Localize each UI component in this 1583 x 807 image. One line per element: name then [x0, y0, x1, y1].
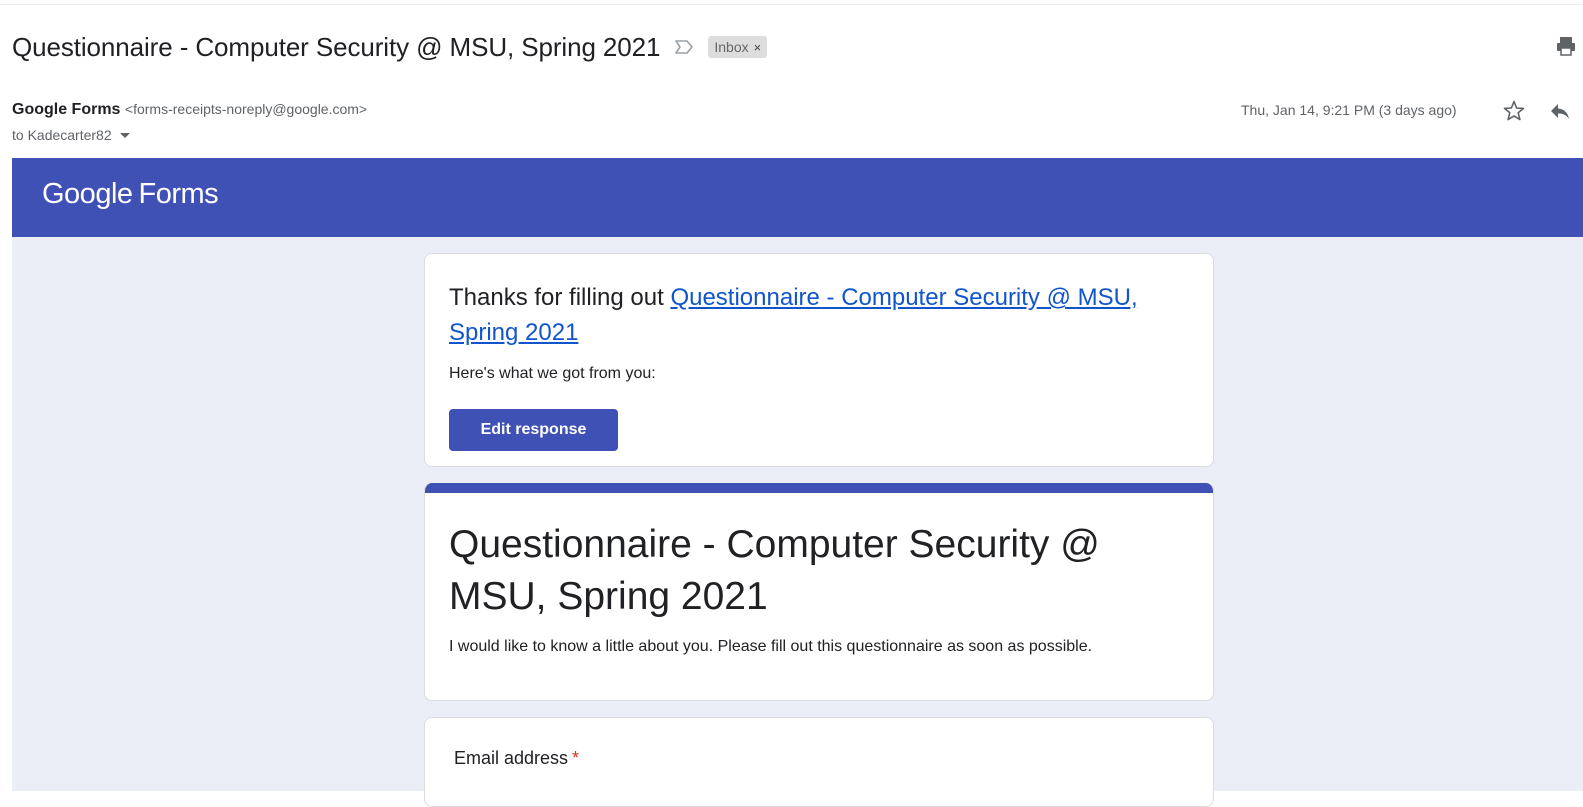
response-intro: Here's what we got from you:	[449, 365, 656, 382]
email-subject: Questionnaire - Computer Security @ MSU,…	[12, 31, 661, 62]
sender-email: <forms-receipts-noreply@google.com>	[124, 101, 368, 117]
subject-row: Questionnaire - Computer Security @ MSU,…	[12, 27, 768, 67]
thanks-message: Thanks for filling out Questionnaire - C…	[449, 280, 1189, 350]
required-marker: *	[572, 748, 580, 768]
form-accent-bar	[425, 483, 1213, 493]
recipient-line: to Kadecarter82	[12, 127, 130, 143]
print-icon[interactable]	[1556, 35, 1576, 57]
question-text: Email address	[454, 748, 569, 768]
logo-brand: Google	[42, 178, 133, 210]
question-label: Email address *	[454, 748, 579, 769]
question-card: Email address *	[424, 717, 1214, 807]
inbox-label-text: Inbox	[714, 39, 749, 55]
remove-label-icon[interactable]: ×	[754, 40, 762, 55]
receipt-card: Thanks for filling out Questionnaire - C…	[424, 253, 1214, 467]
google-forms-banner: Google Forms	[12, 158, 1583, 237]
email-date: Thu, Jan 14, 9:21 PM (3 days ago)	[1241, 102, 1457, 118]
label-marker-icon[interactable]	[674, 38, 696, 56]
reply-icon[interactable]	[1548, 100, 1572, 122]
sender-line: Google Forms <forms-receipts-noreply@goo…	[12, 101, 367, 119]
inbox-label-chip[interactable]: Inbox ×	[708, 36, 768, 58]
top-divider	[0, 4, 1583, 5]
sender-name[interactable]: Google Forms	[12, 101, 120, 118]
form-title: Questionnaire - Computer Security @ MSU,…	[449, 523, 1100, 618]
chevron-down-icon[interactable]	[119, 132, 130, 138]
form-header-card: Questionnaire - Computer Security @ MSU,…	[424, 483, 1214, 701]
star-icon[interactable]	[1502, 99, 1526, 123]
recipient-text: to Kadecarter82	[12, 127, 112, 143]
form-description: I would like to know a little about you.…	[449, 638, 1093, 655]
logo-product: Forms	[138, 178, 219, 210]
edit-response-button[interactable]: Edit response	[449, 409, 618, 451]
google-forms-logo: Google Forms	[42, 178, 219, 211]
thanks-prefix: Thanks for filling out	[449, 284, 671, 311]
